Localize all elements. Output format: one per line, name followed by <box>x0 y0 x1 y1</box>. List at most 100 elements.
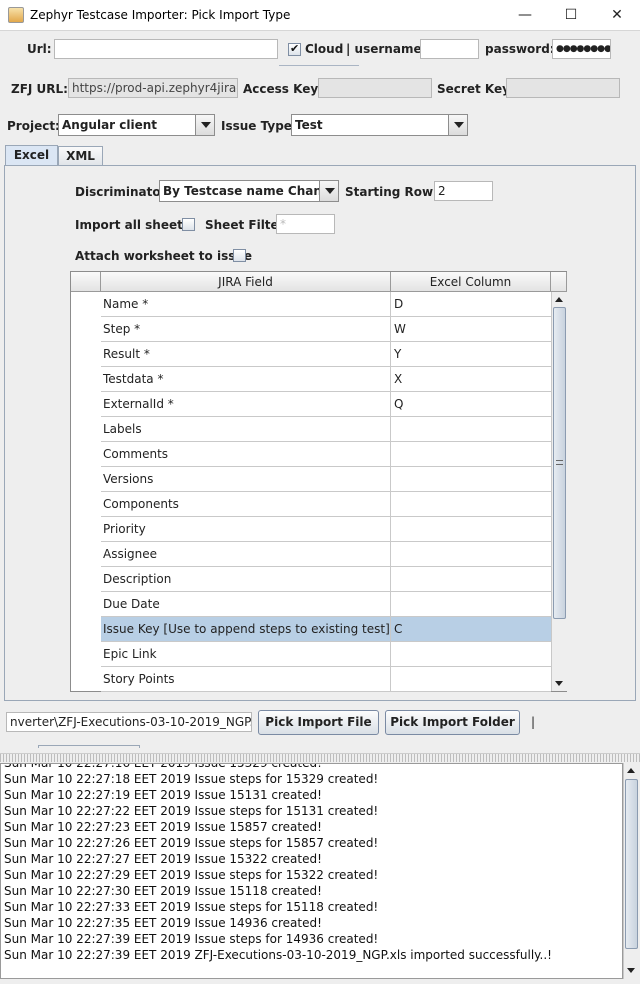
cloud-label: Cloud <box>305 42 344 56</box>
table-row[interactable]: Priority <box>101 517 551 542</box>
column-header-excel-column[interactable]: Excel Column <box>391 272 551 292</box>
log-line: Sun Mar 10 22:27:16 EET 2019 Issue 15329… <box>4 763 322 770</box>
jira-field-cell[interactable]: Name * <box>101 292 391 317</box>
table-row[interactable]: Step * W <box>101 317 551 342</box>
jira-field-cell[interactable]: Story Points <box>101 667 391 692</box>
zfj-url-input[interactable]: https://prod-api.zephyr4jiraclou <box>68 78 238 98</box>
grip-icon <box>556 460 563 465</box>
chevron-down-icon[interactable] <box>319 181 338 201</box>
jira-field-cell[interactable]: Epic Link <box>101 642 391 667</box>
scroll-up-icon[interactable] <box>624 763 639 777</box>
log-scrollbar[interactable] <box>623 763 639 979</box>
tab-xml[interactable]: XML <box>58 146 103 166</box>
table-row[interactable]: Story Points <box>101 667 551 692</box>
url-input[interactable] <box>54 39 278 59</box>
scroll-down-icon[interactable] <box>624 963 639 977</box>
log-line: Sun Mar 10 22:27:30 EET 2019 Issue 15118… <box>4 884 322 898</box>
scroll-down-icon[interactable] <box>552 676 567 690</box>
username-input[interactable] <box>420 39 479 59</box>
project-select-value: Angular client <box>62 118 158 132</box>
minimize-icon[interactable]: — <box>502 0 548 31</box>
table-row[interactable]: Versions <box>101 467 551 492</box>
column-header-jira-field[interactable]: JIRA Field <box>101 272 391 292</box>
table-row[interactable]: Due Date <box>101 592 551 617</box>
attach-worksheet-label: Attach worksheet to issue <box>75 249 253 263</box>
split-pane-divider[interactable] <box>0 753 640 762</box>
excel-column-cell[interactable] <box>391 417 551 442</box>
excel-column-cell[interactable] <box>391 442 551 467</box>
jira-field-cell[interactable]: Description <box>101 567 391 592</box>
issue-type-select[interactable]: Test <box>291 114 468 136</box>
username-label: | username: <box>346 42 427 56</box>
starting-row-input[interactable]: 2 <box>434 181 493 201</box>
close-icon[interactable]: ✕ <box>594 0 640 31</box>
table-row[interactable]: Assignee <box>101 542 551 567</box>
scroll-up-icon[interactable] <box>552 292 567 306</box>
table-row[interactable]: Issue Key [Use to append steps to existi… <box>101 617 551 642</box>
pick-import-file-button[interactable]: Pick Import File <box>258 710 379 735</box>
log-line: Sun Mar 10 22:27:22 EET 2019 Issue steps… <box>4 804 379 818</box>
jira-field-cell[interactable]: Priority <box>101 517 391 542</box>
table-row[interactable]: Testdata * X <box>101 367 551 392</box>
jira-field-cell[interactable]: Assignee <box>101 542 391 567</box>
excel-column-cell[interactable]: Y <box>391 342 551 367</box>
mapping-table: JIRA Field Excel Column Name * D Step * W Re… <box>70 271 567 692</box>
jira-field-cell[interactable]: Testdata * <box>101 367 391 392</box>
excel-column-cell[interactable] <box>391 467 551 492</box>
cloud-checkbox[interactable] <box>288 42 301 56</box>
file-path-input[interactable]: nverter\ZFJ-Executions-03-10-2019_NGP.xl… <box>6 712 252 732</box>
table-row[interactable]: Epic Link <box>101 642 551 667</box>
jira-field-cell[interactable]: Comments <box>101 442 391 467</box>
excel-column-cell[interactable]: D <box>391 292 551 317</box>
log-line: Sun Mar 10 22:27:39 EET 2019 ZFJ-Executi… <box>4 948 552 962</box>
jira-field-cell[interactable]: Result * <box>101 342 391 367</box>
excel-column-cell[interactable]: C <box>391 617 551 642</box>
attach-worksheet-checkbox[interactable] <box>233 249 246 262</box>
table-row[interactable]: Comments <box>101 442 551 467</box>
jira-field-cell[interactable]: Labels <box>101 417 391 442</box>
cloud-separator <box>279 65 359 66</box>
java-app-icon <box>8 7 24 23</box>
secret-key-input[interactable] <box>506 78 620 98</box>
tab-excel[interactable]: Excel <box>5 145 58 166</box>
excel-column-cell[interactable]: Q <box>391 392 551 417</box>
jira-field-cell[interactable]: Components <box>101 492 391 517</box>
table-row[interactable]: Components <box>101 492 551 517</box>
sheet-filter-input[interactable]: * <box>276 214 335 234</box>
excel-column-cell[interactable] <box>391 592 551 617</box>
jira-field-cell[interactable]: Versions <box>101 467 391 492</box>
jira-field-cell[interactable]: Step * <box>101 317 391 342</box>
excel-column-cell[interactable] <box>391 567 551 592</box>
chevron-down-icon[interactable] <box>448 115 467 135</box>
import-all-sheets-checkbox[interactable] <box>182 218 195 231</box>
excel-column-cell[interactable]: X <box>391 367 551 392</box>
table-row[interactable]: ExternalId * Q <box>101 392 551 417</box>
table-scrollbar[interactable] <box>551 292 567 691</box>
excel-column-cell[interactable] <box>391 542 551 567</box>
excel-column-cell[interactable] <box>391 517 551 542</box>
excel-column-cell[interactable] <box>391 667 551 692</box>
table-row[interactable]: Description <box>101 567 551 592</box>
access-key-input[interactable] <box>318 78 432 98</box>
separator: | <box>531 715 536 729</box>
scroll-thumb[interactable] <box>625 779 638 949</box>
project-select[interactable]: Angular client <box>58 114 215 136</box>
window-title: Zephyr Testcase Importer: Pick Import Ty… <box>30 8 291 22</box>
table-row[interactable]: Name * D <box>101 292 551 317</box>
jira-field-cell[interactable]: Issue Key [Use to append steps to existi… <box>101 617 391 642</box>
log-output[interactable]: Sun Mar 10 22:27:16 EET 2019 Issue 15329… <box>0 763 623 979</box>
chevron-down-icon[interactable] <box>195 115 214 135</box>
password-input[interactable]: ●●●●●●●● <box>552 39 611 59</box>
table-row[interactable]: Labels <box>101 417 551 442</box>
table-row[interactable]: Result * Y <box>101 342 551 367</box>
pick-import-folder-button[interactable]: Pick Import Folder <box>385 710 520 735</box>
excel-column-cell[interactable] <box>391 642 551 667</box>
discriminator-select[interactable]: By Testcase name Change <box>159 180 339 202</box>
jira-field-cell[interactable]: ExternalId * <box>101 392 391 417</box>
excel-column-cell[interactable] <box>391 492 551 517</box>
excel-column-cell[interactable]: W <box>391 317 551 342</box>
discriminator-label: Discriminator: <box>75 185 172 199</box>
jira-field-cell[interactable]: Due Date <box>101 592 391 617</box>
log-line: Sun Mar 10 22:27:29 EET 2019 Issue steps… <box>4 868 379 882</box>
maximize-icon[interactable]: ☐ <box>548 0 594 31</box>
